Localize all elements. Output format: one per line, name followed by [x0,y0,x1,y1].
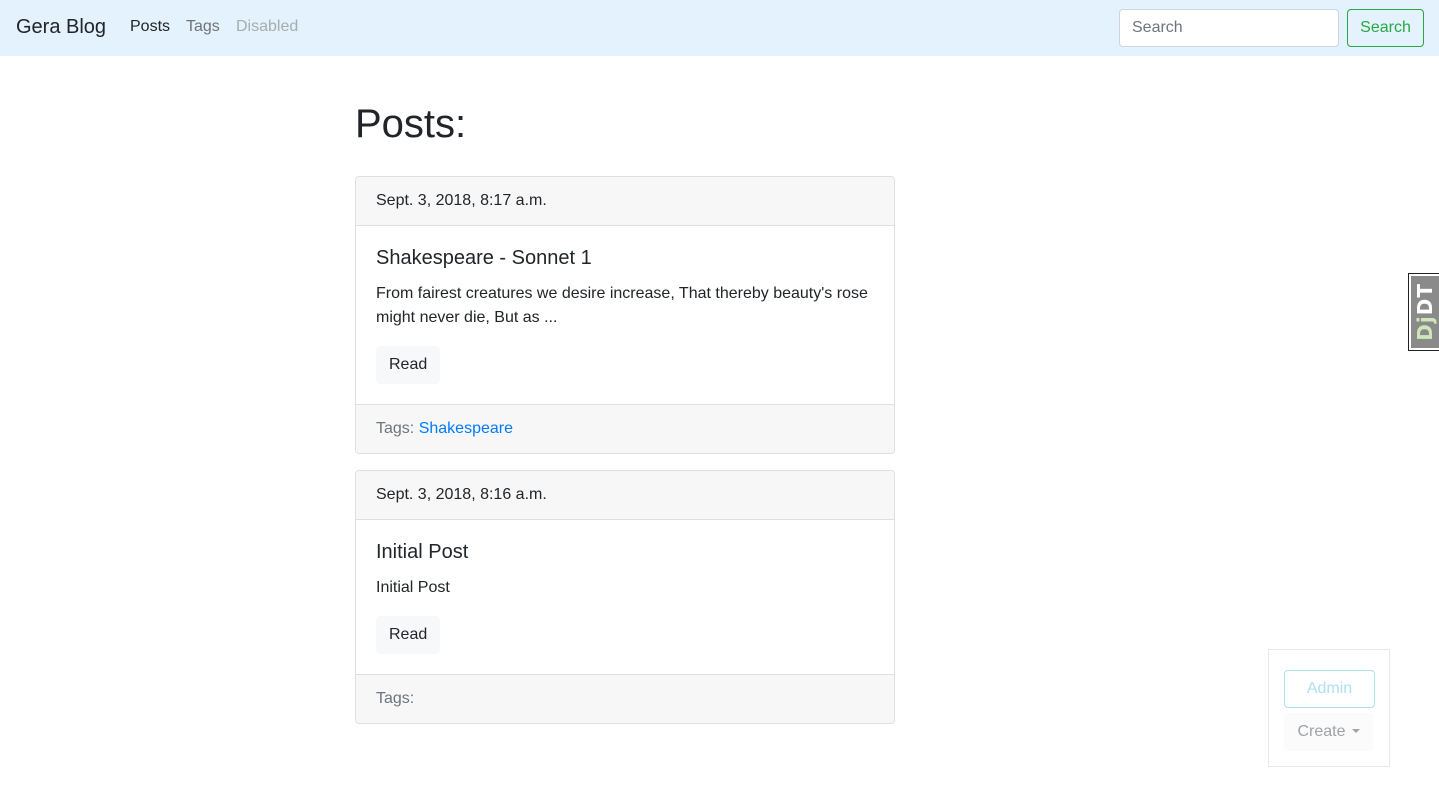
admin-button[interactable]: Admin [1284,670,1375,708]
page-title: Posts: [355,102,467,146]
post-title: Shakespeare - Sonnet 1 [376,247,592,269]
tag-link-shakespeare[interactable]: Shakespeare [419,420,513,437]
create-label: Create [1297,723,1346,740]
debug-toolbar-logo: DjDT [1411,276,1439,348]
post-excerpt: Initial Post [376,579,450,596]
post-title: Initial Post [376,541,469,563]
nav-link-tags[interactable]: Tags [186,17,220,37]
post-body: Shakespeare - Sonnet 1 From fairest crea… [356,226,894,404]
debug-toolbar-label-suffix: DT [1413,283,1437,316]
post-tags: Tags: [356,674,894,723]
brand-link[interactable]: Gera Blog [16,15,106,39]
debug-toolbar-label: DjDT [1413,283,1437,341]
post-date: Sept. 3, 2018, 8:16 a.m. [356,471,894,520]
debug-toolbar-label-prefix: Dj [1413,315,1437,341]
post-excerpt: From fairest creatures we desire increas… [376,285,868,326]
search-input[interactable] [1119,9,1339,47]
admin-panel: Admin Create [1268,649,1390,767]
debug-toolbar-handle[interactable]: DjDT [1408,273,1439,351]
tags-label: Tags: [376,420,415,437]
caret-down-icon [1351,729,1360,733]
post-body: Initial Post Initial Post Read [356,520,894,674]
read-button[interactable]: Read [376,616,441,654]
search-button[interactable]: Search [1347,9,1424,47]
post-card: Sept. 3, 2018, 8:16 a.m. Initial Post In… [355,470,895,724]
create-dropdown-button[interactable]: Create [1284,713,1373,751]
nav-link-posts[interactable]: Posts [130,17,170,37]
post-tags: Tags: Shakespeare [356,404,894,453]
navbar: Gera Blog Posts Tags Disabled Search [0,0,1439,56]
read-button[interactable]: Read [376,346,441,384]
tags-label: Tags: [376,690,415,707]
post-card: Sept. 3, 2018, 8:17 a.m. Shakespeare - S… [355,176,895,454]
post-date: Sept. 3, 2018, 8:17 a.m. [356,177,894,226]
nav-link-disabled: Disabled [236,18,299,35]
